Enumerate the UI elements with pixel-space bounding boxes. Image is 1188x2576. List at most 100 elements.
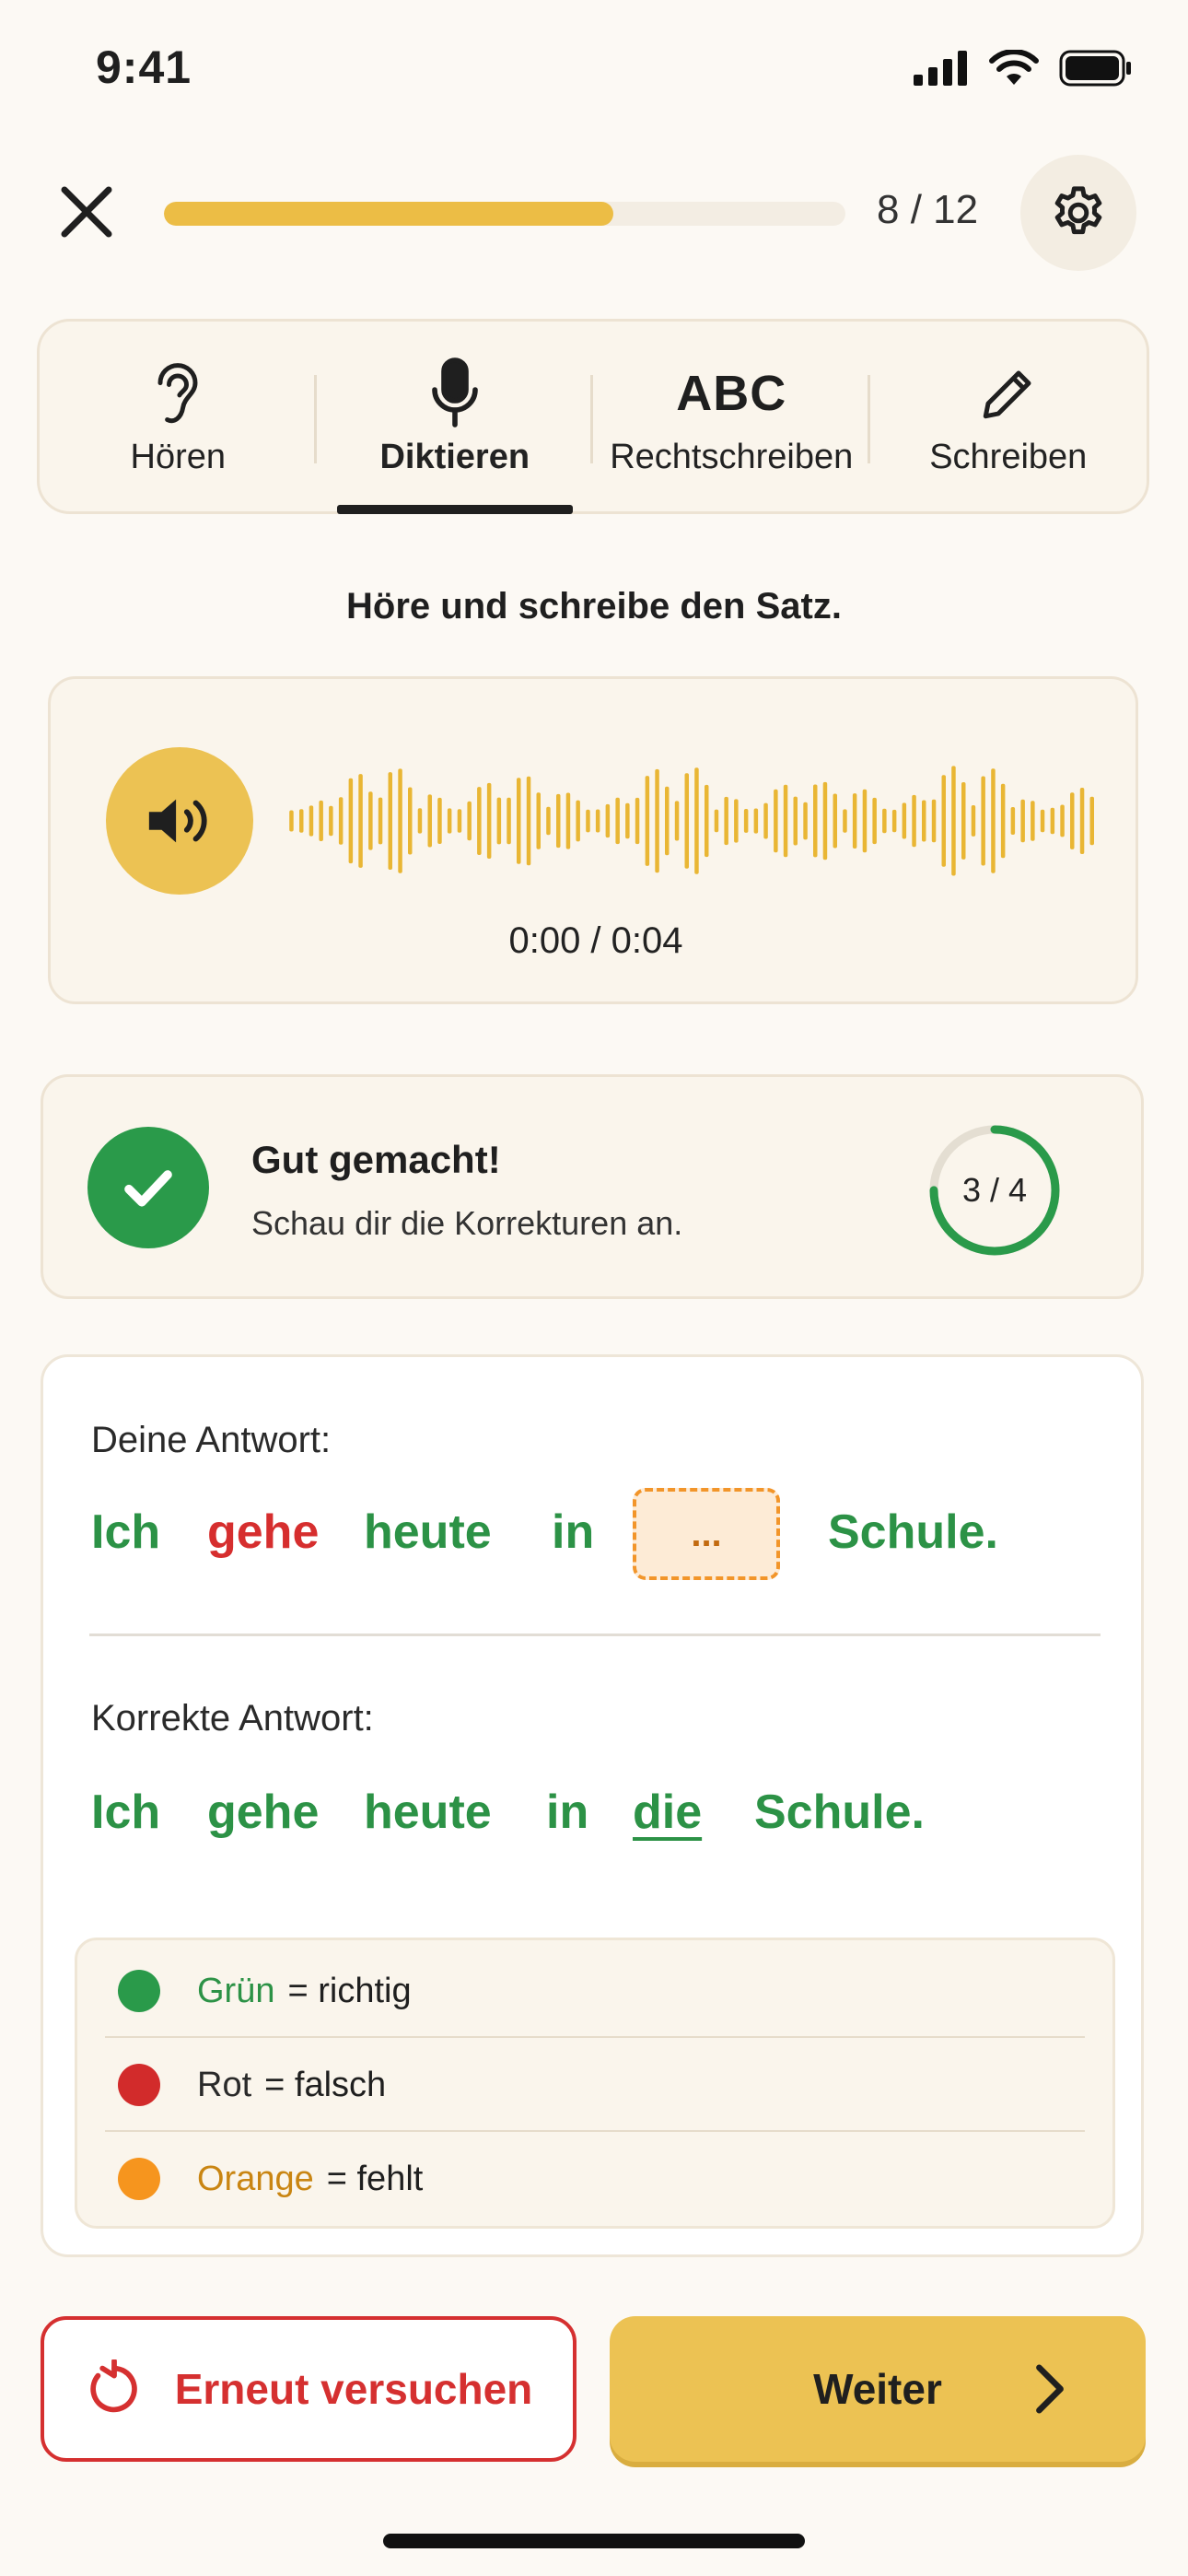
- user-word-correct: Ich: [91, 1505, 161, 1559]
- waveform-bar: [763, 802, 768, 839]
- waveform-bar: [1079, 788, 1085, 854]
- waveform-bar: [783, 784, 788, 858]
- waveform-bar: [902, 802, 907, 839]
- waveform-bar: [517, 778, 521, 864]
- waveform-bar: [981, 776, 985, 866]
- waveform-bar: [1089, 796, 1094, 846]
- legend-item-green: Grün = richtig: [77, 1944, 1112, 2038]
- divider: [89, 1633, 1101, 1636]
- waveform-bar: [319, 800, 323, 841]
- waveform-bar: [417, 808, 423, 834]
- waveform-bar: [447, 808, 452, 834]
- checkmark-icon: [124, 1170, 172, 1207]
- waveform-bar: [289, 810, 294, 832]
- waveform-bar: [833, 793, 837, 849]
- wifi-icon: [989, 50, 1039, 85]
- waveform-bar: [872, 797, 877, 845]
- waveform-bar: [803, 802, 808, 840]
- legend-term: Grün: [197, 1971, 275, 2010]
- tab-diktieren[interactable]: Diktieren: [317, 322, 593, 514]
- waveform-bar: [813, 784, 818, 858]
- tab-label: Schreiben: [929, 438, 1088, 476]
- waveform-bar: [496, 797, 502, 845]
- legend-term: Orange: [197, 2159, 314, 2198]
- user-word-correct: heute: [364, 1505, 492, 1559]
- waveform-bar: [486, 782, 492, 859]
- play-audio-button[interactable]: [106, 747, 253, 895]
- waveform-bar: [1000, 783, 1006, 859]
- retry-label: Erneut versuchen: [174, 2365, 533, 2413]
- pencil-icon: [983, 370, 1031, 419]
- close-icon: [61, 186, 112, 238]
- mode-tabs: Hören Diktieren ABC Rechtschreiben Schre…: [37, 319, 1149, 514]
- waveform-bar: [753, 808, 759, 834]
- tab-label: Diktieren: [379, 438, 530, 476]
- waveform-bar: [368, 791, 373, 850]
- waveform-bar: [714, 809, 719, 833]
- score-text: 3 / 4: [961, 1171, 1028, 1209]
- close-button[interactable]: [52, 177, 122, 247]
- tab-schreiben[interactable]: Schreiben: [870, 322, 1147, 511]
- progress-count: 8 / 12: [877, 187, 979, 232]
- gear-icon: [1054, 186, 1102, 235]
- waveform-bar: [1070, 792, 1075, 849]
- progress-bar: [164, 202, 845, 226]
- waveform-bar: [338, 797, 344, 845]
- waveform-bar: [299, 809, 304, 833]
- waveform-bar: [891, 809, 897, 833]
- tab-hoeren[interactable]: Hören: [40, 322, 317, 511]
- waveform-bar: [912, 794, 916, 848]
- waveform-bar: [625, 802, 630, 839]
- waveform-bar: [467, 801, 472, 841]
- waveform-bar: [388, 772, 392, 870]
- correct-word: Schule.: [754, 1786, 925, 1839]
- waveform-bar: [507, 797, 511, 845]
- waveform-bar: [427, 794, 432, 848]
- speaker-icon: [148, 799, 207, 843]
- ear-icon: [157, 363, 198, 424]
- waveform-bar: [734, 799, 739, 843]
- tab-rechtschreiben[interactable]: ABC Rechtschreiben: [593, 322, 870, 511]
- waveform-bar: [822, 781, 828, 861]
- waveform-bar: [348, 778, 354, 864]
- retry-icon: [89, 2359, 137, 2413]
- waveform-bar: [408, 787, 413, 855]
- orange-dot-icon: [118, 2158, 160, 2200]
- active-tab-indicator: [336, 505, 573, 514]
- corrected-word: die: [633, 1786, 703, 1839]
- waveform-bar: [645, 776, 650, 866]
- waveform-bar: [457, 809, 462, 833]
- next-button[interactable]: Weiter: [610, 2316, 1146, 2462]
- waveform-bar: [793, 796, 798, 846]
- color-legend: Grün = richtig Rot = falsch Orange = feh…: [75, 1938, 1115, 2229]
- feedback-subtitle: Schau dir die Korrekturen an.: [251, 1204, 683, 1242]
- legend-item-red: Rot = falsch: [77, 2038, 1112, 2132]
- waveform-bar: [843, 809, 847, 833]
- retry-button[interactable]: Erneut versuchen: [41, 2316, 577, 2462]
- legend-desc: = richtig: [287, 1971, 412, 2010]
- abc-icon: ABC: [676, 366, 787, 421]
- waveform-bar: [1040, 809, 1045, 833]
- waveform-bar: [358, 774, 363, 868]
- waveform-bar: [576, 800, 580, 842]
- waveform-bar: [674, 801, 680, 841]
- waveform-bar: [941, 775, 946, 867]
- waveform-bar: [705, 784, 709, 858]
- missing-word-box: ...: [633, 1488, 780, 1580]
- audio-player-card: 0:00 / 0:04: [48, 676, 1138, 1004]
- waveform-bar: [586, 809, 590, 833]
- user-word-correct: in: [552, 1505, 595, 1559]
- waveform-bar: [329, 805, 333, 837]
- settings-button[interactable]: [1020, 155, 1136, 271]
- waveform-bar: [862, 789, 868, 853]
- success-badge: [87, 1127, 209, 1248]
- waveform-bar: [774, 789, 778, 853]
- waveform-bar: [743, 809, 749, 833]
- status-icons: [914, 50, 1133, 87]
- waveform[interactable]: [286, 762, 1097, 880]
- signal-icon: [914, 51, 967, 86]
- user-word-wrong: gehe: [207, 1505, 320, 1559]
- feedback-title: Gut gemacht!: [251, 1138, 501, 1181]
- progress-fill: [164, 202, 614, 226]
- status-time: 9:41: [96, 41, 192, 93]
